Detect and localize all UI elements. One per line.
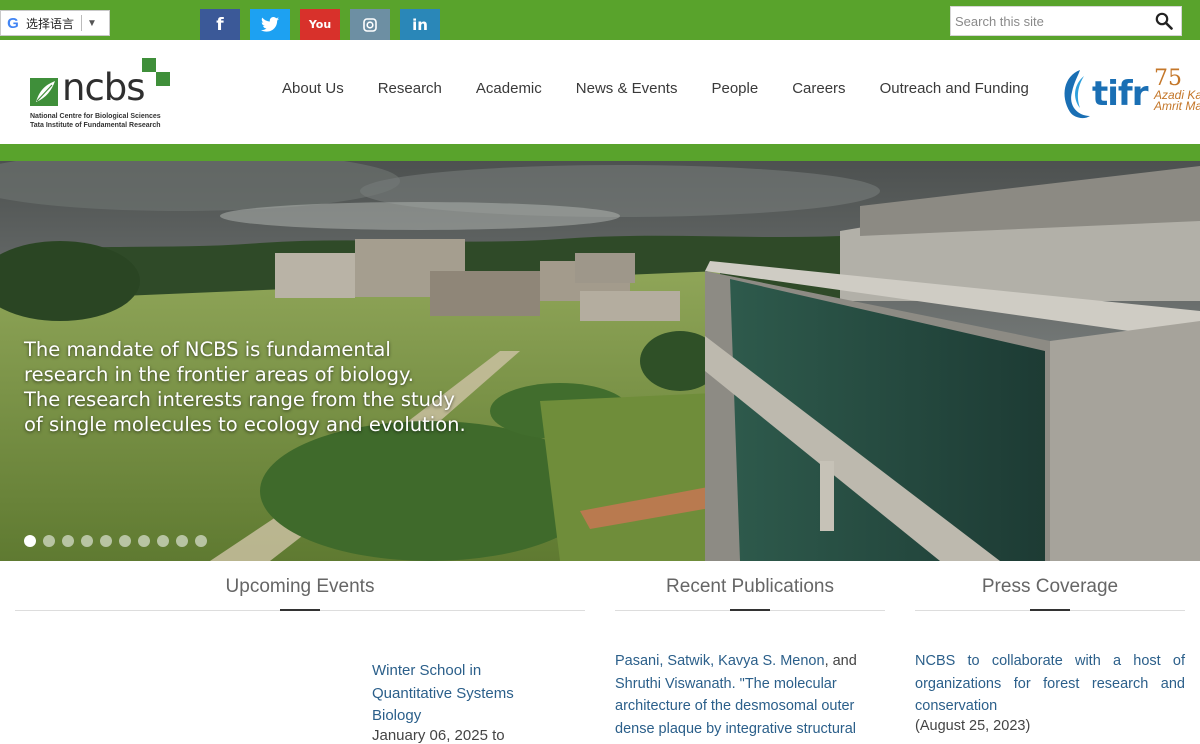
search-icon — [1155, 12, 1173, 30]
slide-dot[interactable] — [43, 535, 55, 547]
google-icon: G — [7, 14, 19, 32]
events-divider-accent — [280, 609, 320, 611]
hero-caption-line: research in the frontier areas of biolog… — [24, 363, 414, 386]
chevron-down-icon: ▼ — [87, 17, 97, 29]
language-selector[interactable]: G 选择语言 ▼ — [0, 10, 110, 36]
site-search — [950, 6, 1182, 36]
publication-authors-tail: , and — [824, 653, 857, 669]
publications-heading: Recent Publications — [666, 576, 834, 597]
slide-dot[interactable] — [195, 535, 207, 547]
twitter-icon[interactable] — [250, 9, 290, 40]
slide-dot[interactable] — [24, 535, 36, 547]
nav-research[interactable]: Research — [361, 68, 459, 109]
tifr-logo[interactable]: tifr 75 Azadi KaAmrit Mah — [1058, 64, 1200, 124]
hero-caption-line: The mandate of NCBS is fundamental — [24, 338, 391, 361]
nav-careers[interactable]: Careers — [775, 68, 862, 109]
nav-outreach-funding[interactable]: Outreach and Funding — [863, 68, 1046, 109]
ncbs-logo[interactable]: ncbs National Centre for Biological Scie… — [28, 58, 178, 134]
slide-dot[interactable] — [176, 535, 188, 547]
nav-about-us[interactable]: About Us — [265, 68, 361, 109]
press-date: (August 25, 2023) — [915, 718, 1031, 734]
main-nav: About Us Research Academic News & Events… — [265, 68, 1046, 109]
hero-caption: The mandate of NCBS is fundamental resea… — [24, 337, 484, 437]
slide-dot[interactable] — [138, 535, 150, 547]
logo-subtitle-2: Tata Institute of Fundamental Research — [30, 122, 161, 129]
press-headline-link[interactable]: NCBS to collaborate with a host of organ… — [915, 650, 1185, 718]
slider-pagination — [24, 535, 207, 547]
events-heading: Upcoming Events — [225, 576, 375, 597]
event-date: January 06, 2025 to — [372, 727, 505, 744]
publication-entry[interactable]: Pasani, Satwik, Kavya S. Menon, and Shru… — [615, 650, 887, 740]
facebook-glyph: f — [216, 14, 224, 35]
facebook-icon[interactable]: f — [200, 9, 240, 40]
hero-slider: The mandate of NCBS is fundamental resea… — [0, 161, 1200, 561]
tifr-wordmark: tifr — [1092, 74, 1148, 114]
azadi-line-2: Amrit Mah — [1154, 99, 1200, 113]
slide-dot[interactable] — [100, 535, 112, 547]
green-band — [0, 144, 1200, 161]
instagram-glyph-icon — [363, 17, 377, 32]
slide-dot[interactable] — [81, 535, 93, 547]
hero-caption-line: of single molecules to ecology and evolu… — [24, 413, 466, 436]
search-input[interactable] — [951, 7, 1155, 35]
tifr-swirl-icon — [1064, 70, 1090, 119]
top-bar: G 选择语言 ▼ f You in — [0, 0, 1200, 40]
linkedin-glyph: in — [412, 15, 428, 34]
nav-news-events[interactable]: News & Events — [559, 68, 695, 109]
azadi-text: Azadi KaAmrit Mah — [1154, 89, 1200, 113]
slide-dot[interactable] — [157, 535, 169, 547]
press-divider-accent — [1030, 609, 1070, 611]
search-button[interactable] — [1151, 8, 1177, 34]
slide-dot[interactable] — [119, 535, 131, 547]
youtube-icon[interactable]: You — [300, 9, 340, 40]
linkedin-icon[interactable]: in — [400, 9, 440, 40]
publication-authors: Pasani, Satwik, Kavya S. Menon — [615, 653, 825, 669]
slide-dot[interactable] — [62, 535, 74, 547]
language-selector-label: 选择语言 — [26, 16, 75, 31]
divider — [81, 15, 83, 31]
press-heading: Press Coverage — [981, 576, 1119, 597]
event-title-link[interactable]: Winter School in Quantitative Systems Bi… — [372, 660, 542, 728]
twitter-bird-icon — [261, 17, 279, 32]
hero-caption-line: The research interests range from the st… — [24, 388, 455, 411]
site-header: ncbs National Centre for Biological Scie… — [0, 40, 1200, 144]
nav-people[interactable]: People — [694, 68, 775, 109]
youtube-glyph: You — [308, 18, 332, 31]
nav-academic[interactable]: Academic — [459, 68, 559, 109]
ncbs-wordmark: ncbs — [62, 66, 146, 109]
publications-divider-accent — [730, 609, 770, 611]
logo-subtitle-1: National Centre for Biological Sciences — [30, 113, 161, 120]
publication-text: Shruthi Viswanath. "The molecular archit… — [615, 675, 857, 737]
instagram-icon[interactable] — [350, 9, 390, 40]
